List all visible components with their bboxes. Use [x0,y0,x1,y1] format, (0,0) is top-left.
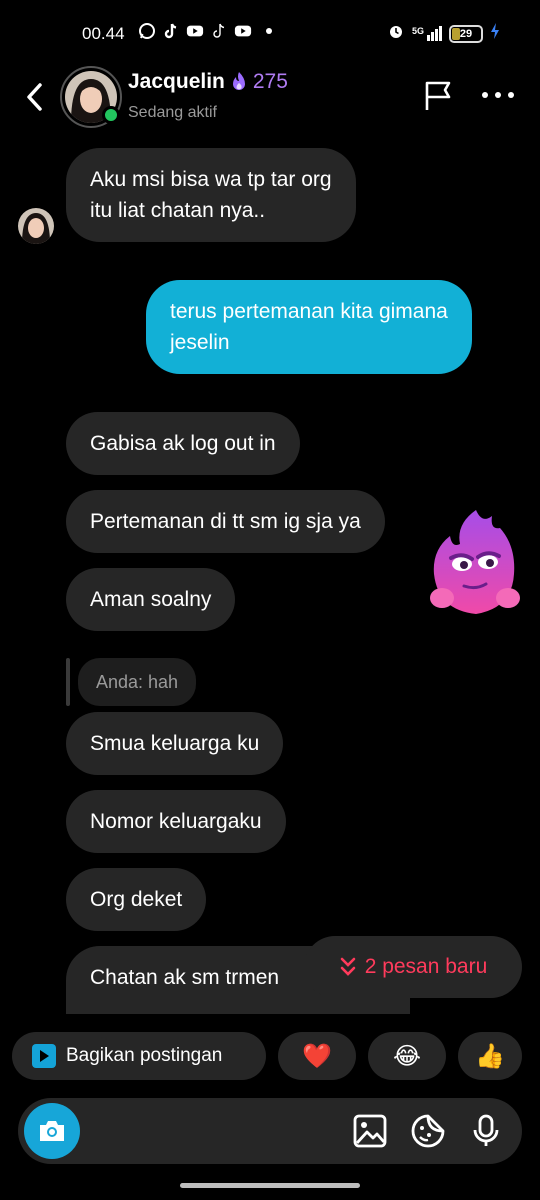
message-bubble-received[interactable]: Aman soalny [66,568,236,631]
streak-flame-icon [229,71,249,93]
camera-button[interactable] [24,1103,80,1159]
message-bubble-received[interactable]: Smua keluarga ku [66,712,284,775]
share-post-button[interactable]: Bagikan postingan [12,1032,266,1080]
tiktok-icon [162,22,180,40]
microphone-icon [473,1114,499,1146]
reply-indicator-bar [66,658,70,706]
laughing-face-icon: 😂 [392,1042,422,1070]
message-bubble-received[interactable]: Aku msi bisa wa tp tar org itu liat chat… [66,148,356,242]
message-composer[interactable] [18,1098,522,1164]
new-messages-button[interactable]: 2 pesan baru [304,936,522,998]
replied-message-preview[interactable]: Anda: hah [78,658,197,706]
status-bar: 00.44 5G 29 [0,0,540,66]
dot-icon [508,92,514,98]
voice-message-button[interactable] [468,1113,504,1149]
youtube-icon [186,22,204,40]
contact-name[interactable]: Jacquelin 275 [128,70,288,94]
sender-avatar[interactable] [18,208,54,244]
gallery-button[interactable] [352,1113,388,1149]
home-indicator[interactable] [180,1183,360,1188]
camera-icon [40,1121,64,1141]
signal-5g-icon: 5G [412,26,442,41]
message-bubble-received[interactable]: Pertemanan di tt sm ig sja ya [66,490,385,553]
flag-icon [425,81,451,110]
message-bubble-received[interactable]: Gabisa ak log out in [66,412,300,475]
battery-icon: 29 [449,24,483,43]
share-post-icon [32,1044,56,1068]
alarm-icon [387,22,405,45]
thumbs-up-icon: 👍 [475,1042,505,1070]
status-time: 00.44 [82,24,125,43]
quick-actions-row: Bagikan postingan ❤️ 😂 👍 [0,1032,540,1080]
sticker-icon [411,1114,445,1148]
back-button[interactable] [22,80,48,114]
charging-icon [490,22,500,45]
laugh-reaction-button[interactable]: 😂 [368,1032,446,1080]
message-bubble-received[interactable]: Nomor keluargaku [66,790,286,853]
heart-icon: ❤️ [302,1042,332,1070]
status-system-icons: 5G 29 [387,22,500,45]
notification-dot-icon [266,28,272,34]
double-chevron-down-icon [340,957,355,976]
youtube-icon [234,22,252,40]
image-icon [353,1114,387,1148]
sticker-button[interactable] [410,1113,446,1149]
flame-character-sticker[interactable] [426,506,522,622]
message-bubble-sent[interactable]: terus pertemanan kita gimana jeselin [146,280,472,374]
chevron-left-icon [27,83,42,111]
thumbs-up-reaction-button[interactable]: 👍 [458,1032,522,1080]
status-app-icons [138,22,272,40]
more-options-button[interactable] [482,92,514,102]
contact-avatar[interactable] [60,66,122,128]
streak-count: 275 [252,70,288,93]
dot-icon [495,92,501,98]
report-button[interactable] [422,80,454,112]
chat-header: Jacquelin 275 Sedang aktif [0,66,540,128]
message-bubble-received[interactable]: Org deket [66,868,207,931]
dot-icon [482,92,488,98]
online-indicator [102,106,120,124]
contact-status: Sedang aktif [128,104,217,121]
whatsapp-icon [138,22,156,40]
tiktok-icon [210,22,228,40]
heart-reaction-button[interactable]: ❤️ [278,1032,356,1080]
